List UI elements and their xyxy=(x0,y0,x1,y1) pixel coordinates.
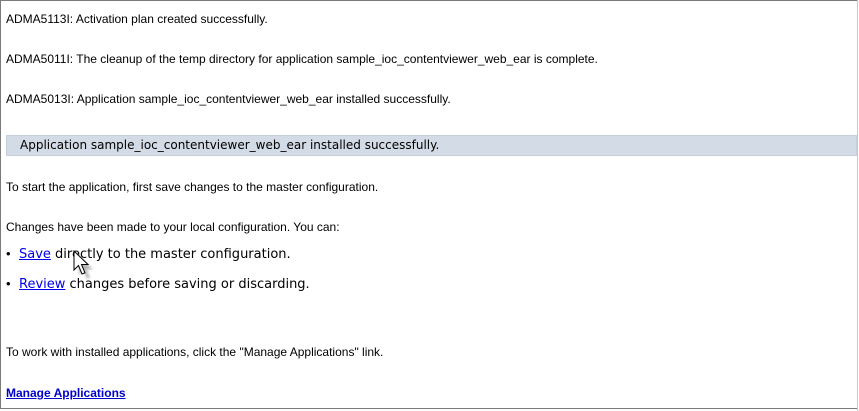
bullet: • xyxy=(6,246,11,261)
save-link[interactable]: Save xyxy=(19,247,51,262)
message-activation-plan: ADMA5113I: Activation plan created succe… xyxy=(6,12,268,26)
manage-applications-link[interactable]: Manage Applications xyxy=(6,386,126,400)
review-option: • Review changes before saving or discard… xyxy=(6,276,310,292)
review-option-text: changes before saving or discarding. xyxy=(65,277,310,292)
message-installed: ADMA5013I: Application sample_ioc_conten… xyxy=(6,92,451,106)
mouse-pointer-icon xyxy=(73,250,93,279)
manage-link-line: Manage Applications xyxy=(6,386,126,400)
success-banner: Application sample_ioc_contentviewer_web… xyxy=(6,135,857,156)
start-note: To start the application, first save cha… xyxy=(6,180,379,194)
frame-edge xyxy=(857,0,858,411)
message-cleanup-temp: ADMA5011I: The cleanup of the temp direc… xyxy=(6,52,598,66)
success-banner-text: Application sample_ioc_contentviewer_web… xyxy=(20,138,440,152)
save-option: • Save directly to the master configurati… xyxy=(6,246,291,262)
changes-note: Changes have been made to your local con… xyxy=(6,220,340,234)
bullet: • xyxy=(6,276,11,291)
review-link[interactable]: Review xyxy=(19,277,65,292)
manage-note: To work with installed applications, cli… xyxy=(6,345,384,359)
